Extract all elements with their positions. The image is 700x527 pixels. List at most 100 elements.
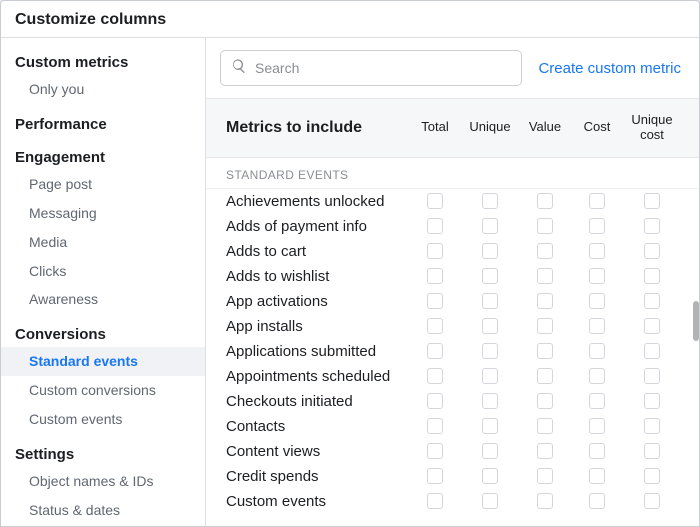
checkbox-cell — [571, 493, 623, 509]
checkbox[interactable] — [427, 493, 443, 509]
checkbox[interactable] — [427, 193, 443, 209]
checkbox[interactable] — [644, 218, 660, 234]
checkbox[interactable] — [644, 343, 660, 359]
checkbox[interactable] — [589, 368, 605, 384]
checkbox[interactable] — [537, 343, 553, 359]
checkbox[interactable] — [537, 393, 553, 409]
checkbox[interactable] — [482, 318, 498, 334]
checkbox[interactable] — [644, 393, 660, 409]
checkbox[interactable] — [482, 393, 498, 409]
checkbox-cell — [623, 243, 681, 259]
checkbox[interactable] — [644, 493, 660, 509]
scrollbar-thumb[interactable] — [693, 301, 699, 341]
checkbox[interactable] — [427, 343, 443, 359]
sidebar-item[interactable]: Only you — [1, 75, 205, 104]
checkbox[interactable] — [589, 393, 605, 409]
checkbox[interactable] — [427, 318, 443, 334]
checkbox-cell — [461, 218, 519, 234]
checkbox[interactable] — [644, 193, 660, 209]
sidebar-item[interactable]: Standard events — [1, 347, 205, 376]
checkbox[interactable] — [589, 418, 605, 434]
checkbox[interactable] — [482, 243, 498, 259]
sidebar-item[interactable]: Awareness — [1, 285, 205, 314]
search-box[interactable] — [220, 50, 522, 86]
sidebar-item[interactable]: Messaging — [1, 199, 205, 228]
checkbox[interactable] — [537, 493, 553, 509]
checkbox[interactable] — [427, 443, 443, 459]
checkbox[interactable] — [537, 443, 553, 459]
checkbox-cell — [571, 393, 623, 409]
checkbox[interactable] — [537, 218, 553, 234]
table-row: Contacts — [206, 414, 699, 439]
checkbox[interactable] — [644, 443, 660, 459]
sidebar-item[interactable]: Custom conversions — [1, 376, 205, 405]
checkbox[interactable] — [427, 218, 443, 234]
metric-label: Adds to wishlist — [226, 268, 409, 285]
sidebar-group-title[interactable]: Engagement — [1, 143, 205, 170]
checkbox[interactable] — [482, 268, 498, 284]
sidebar-item[interactable]: Clicks — [1, 257, 205, 286]
checkbox[interactable] — [589, 243, 605, 259]
checkbox[interactable] — [482, 418, 498, 434]
checkbox[interactable] — [589, 193, 605, 209]
checkbox[interactable] — [482, 218, 498, 234]
sidebar-group: Only you — [1, 75, 205, 110]
checkbox[interactable] — [427, 293, 443, 309]
sidebar-item[interactable]: Custom events — [1, 405, 205, 434]
checkbox[interactable] — [589, 343, 605, 359]
checkbox-cell — [461, 318, 519, 334]
sidebar-item[interactable]: Page post — [1, 170, 205, 199]
sidebar-item[interactable]: Object names & IDs — [1, 467, 205, 496]
sidebar-item[interactable]: Media — [1, 228, 205, 257]
checkbox[interactable] — [482, 443, 498, 459]
checkbox[interactable] — [482, 343, 498, 359]
sidebar-group-title[interactable]: Conversions — [1, 320, 205, 347]
checkbox-cell — [519, 318, 571, 334]
checkbox-cell — [409, 268, 461, 284]
checkbox[interactable] — [644, 418, 660, 434]
metric-label: Applications submitted — [226, 343, 409, 360]
checkbox[interactable] — [482, 468, 498, 484]
checkbox[interactable] — [537, 318, 553, 334]
sidebar-item[interactable]: Status & dates — [1, 496, 205, 525]
checkbox[interactable] — [589, 443, 605, 459]
checkbox[interactable] — [589, 218, 605, 234]
checkbox[interactable] — [427, 468, 443, 484]
checkbox[interactable] — [644, 368, 660, 384]
search-row: Create custom metric — [206, 38, 699, 98]
sidebar-item[interactable]: Goal, budget & schedule — [1, 525, 205, 526]
checkbox[interactable] — [644, 318, 660, 334]
sidebar-group-title[interactable]: Performance — [1, 110, 205, 137]
checkbox[interactable] — [427, 418, 443, 434]
checkbox[interactable] — [589, 318, 605, 334]
checkbox[interactable] — [537, 193, 553, 209]
checkbox[interactable] — [482, 368, 498, 384]
checkbox[interactable] — [589, 468, 605, 484]
checkbox[interactable] — [427, 243, 443, 259]
checkbox[interactable] — [427, 393, 443, 409]
checkbox[interactable] — [482, 493, 498, 509]
sidebar-group-title[interactable]: Settings — [1, 440, 205, 467]
checkbox[interactable] — [427, 368, 443, 384]
create-custom-metric-link[interactable]: Create custom metric — [538, 60, 681, 77]
checkbox[interactable] — [427, 268, 443, 284]
checkbox[interactable] — [537, 368, 553, 384]
checkbox[interactable] — [644, 468, 660, 484]
search-input[interactable] — [255, 60, 511, 76]
checkbox[interactable] — [537, 293, 553, 309]
sidebar-group-title[interactable]: Custom metrics — [1, 48, 205, 75]
checkbox[interactable] — [589, 293, 605, 309]
checkbox[interactable] — [537, 243, 553, 259]
checkbox[interactable] — [644, 243, 660, 259]
checkbox[interactable] — [482, 193, 498, 209]
checkbox[interactable] — [482, 293, 498, 309]
checkbox[interactable] — [537, 418, 553, 434]
checkbox[interactable] — [644, 268, 660, 284]
checkbox[interactable] — [589, 493, 605, 509]
checkbox-cell — [623, 393, 681, 409]
checkbox[interactable] — [537, 468, 553, 484]
checkbox[interactable] — [537, 268, 553, 284]
metric-label: Checkouts initiated — [226, 393, 409, 410]
checkbox[interactable] — [589, 268, 605, 284]
checkbox[interactable] — [644, 293, 660, 309]
